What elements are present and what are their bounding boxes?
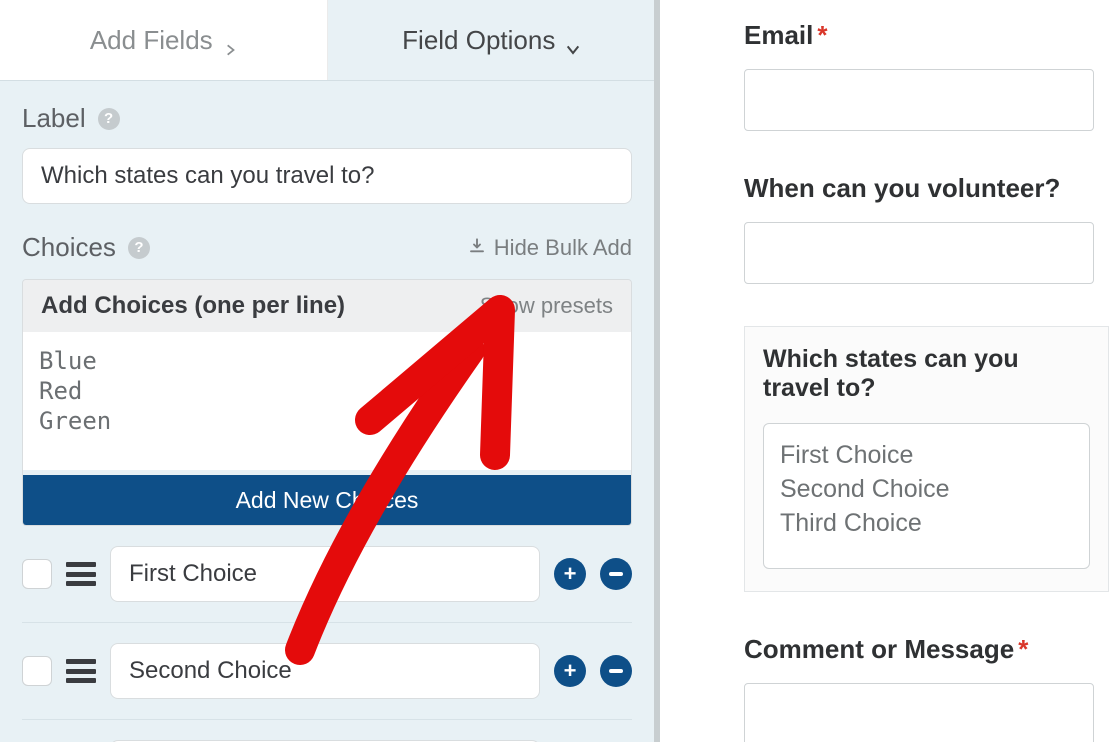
- tab-field-options-label: Field Options: [402, 25, 555, 56]
- choice-input[interactable]: [110, 643, 540, 699]
- choice-input[interactable]: [110, 546, 540, 602]
- remove-choice-button[interactable]: [600, 655, 632, 687]
- hide-bulk-add-link[interactable]: Hide Bulk Add: [468, 235, 632, 261]
- email-label-text: Email: [744, 20, 813, 50]
- chevron-down-icon: [565, 33, 579, 47]
- selected-field-card[interactable]: Which states can you travel to? First Ch…: [744, 326, 1109, 592]
- bulk-add-box: Add Choices (one per line) Show presets …: [22, 279, 632, 526]
- add-new-choices-button[interactable]: Add New Choices: [23, 475, 631, 525]
- email-field-block: Email*: [744, 20, 1094, 131]
- comment-label-text: Comment or Message: [744, 634, 1014, 664]
- label-section-title: Label ?: [22, 103, 632, 134]
- bulk-textarea[interactable]: [23, 332, 631, 470]
- required-asterisk: *: [817, 20, 827, 50]
- comment-field-block: Comment or Message*: [744, 634, 1094, 742]
- label-input[interactable]: [22, 148, 632, 204]
- choices-header: Choices ? Hide Bulk Add: [22, 232, 632, 263]
- comment-label: Comment or Message*: [744, 634, 1094, 665]
- option-item[interactable]: Third Choice: [780, 506, 1073, 540]
- add-choice-button[interactable]: +: [554, 655, 586, 687]
- drag-handle-icon[interactable]: [66, 562, 96, 586]
- choice-row: +: [22, 720, 632, 742]
- choice-checkbox[interactable]: [22, 559, 52, 589]
- comment-textarea[interactable]: [744, 683, 1094, 742]
- download-icon: [468, 235, 486, 261]
- field-options-panel: Add Fields Field Options Label ? Choices…: [0, 0, 660, 742]
- add-new-choices-label: Add New Choices: [236, 487, 419, 514]
- hide-bulk-text: Hide Bulk Add: [494, 235, 632, 261]
- option-item[interactable]: Second Choice: [780, 472, 1073, 506]
- add-choice-button[interactable]: +: [554, 558, 586, 590]
- multi-select-box[interactable]: First Choice Second Choice Third Choice: [763, 423, 1090, 569]
- choices-title-text: Choices: [22, 232, 116, 263]
- email-label: Email*: [744, 20, 1094, 51]
- states-label: Which states can you travel to?: [763, 345, 1090, 403]
- show-presets-link[interactable]: Show presets: [480, 293, 613, 319]
- label-title-text: Label: [22, 103, 86, 134]
- option-item[interactable]: First Choice: [780, 438, 1073, 472]
- panel-tabs: Add Fields Field Options: [0, 0, 654, 81]
- volunteer-field-block: When can you volunteer?: [744, 173, 1094, 284]
- volunteer-label: When can you volunteer?: [744, 173, 1094, 204]
- help-icon[interactable]: ?: [128, 237, 150, 259]
- tab-add-fields-label: Add Fields: [90, 25, 213, 56]
- chevron-right-icon: [223, 33, 237, 47]
- tab-field-options[interactable]: Field Options: [328, 0, 655, 80]
- volunteer-input[interactable]: [744, 222, 1094, 284]
- panel-body: Label ? Choices ? Hide Bulk Add Add Choi…: [0, 81, 654, 742]
- choices-title: Choices ?: [22, 232, 150, 263]
- remove-choice-button[interactable]: [600, 558, 632, 590]
- choice-row: +: [22, 623, 632, 720]
- required-asterisk: *: [1018, 634, 1028, 664]
- choice-row: +: [22, 526, 632, 623]
- choice-checkbox[interactable]: [22, 656, 52, 686]
- bulk-head: Add Choices (one per line) Show presets: [23, 280, 631, 332]
- bulk-head-title: Add Choices (one per line): [41, 292, 345, 320]
- email-input[interactable]: [744, 69, 1094, 131]
- tab-add-fields[interactable]: Add Fields: [0, 0, 328, 80]
- form-preview: Email* When can you volunteer? Which sta…: [660, 0, 1116, 742]
- help-icon[interactable]: ?: [98, 108, 120, 130]
- drag-handle-icon[interactable]: [66, 659, 96, 683]
